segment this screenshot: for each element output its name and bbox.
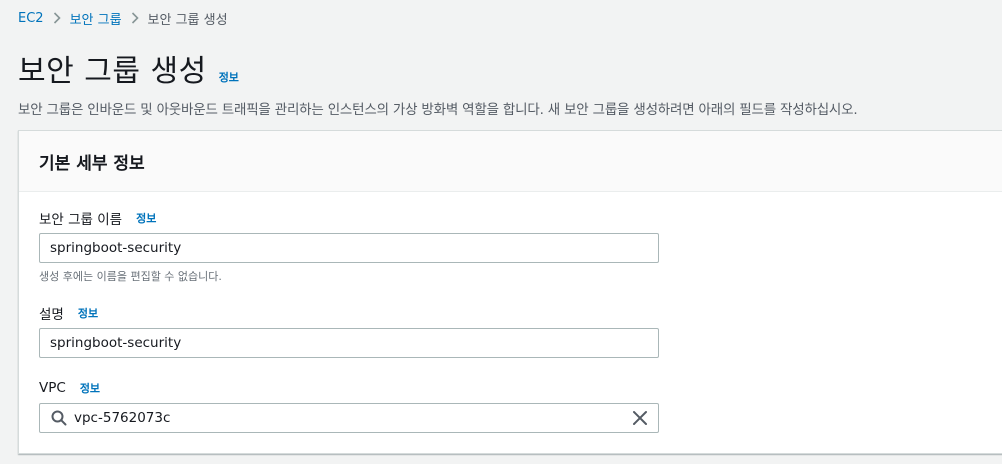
vpc-value: vpc-5762073c: [74, 410, 171, 426]
security-group-name-info-link[interactable]: 정보: [136, 210, 156, 226]
breadcrumb: EC2 보안 그룹 보안 그룹 생성: [18, 8, 228, 28]
description-info-link[interactable]: 정보: [78, 305, 98, 321]
security-group-name-input[interactable]: [39, 233, 659, 263]
description-input[interactable]: [39, 328, 659, 358]
page-info-link[interactable]: 정보: [219, 69, 239, 85]
description-field: 설명 정보: [39, 303, 659, 358]
breadcrumb-current: 보안 그룹 생성: [147, 12, 228, 28]
page-title: 보안 그룹 생성: [18, 54, 207, 89]
security-group-name-label: 보안 그룹 이름: [39, 212, 123, 228]
breadcrumb-ec2-link[interactable]: EC2: [18, 11, 44, 26]
security-group-name-constraint: 생성 후에는 이름을 편집할 수 없습니다.: [39, 270, 222, 283]
vpc-search-input[interactable]: vpc-5762073c: [39, 403, 659, 433]
panel-title: 기본 세부 정보: [39, 153, 145, 174]
breadcrumb-security-groups-link[interactable]: 보안 그룹: [70, 9, 122, 28]
security-group-name-field: 보안 그룹 이름 정보 생성 후에는 이름을 편집할 수 없습니다.: [39, 208, 659, 284]
description-label: 설명: [39, 307, 64, 323]
chevron-right-icon: [122, 11, 148, 25]
search-icon: [50, 409, 68, 427]
basic-details-panel: 기본 세부 정보 보안 그룹 이름 정보 생성 후에는 이름을 편집할 수 없습…: [18, 130, 1002, 454]
vpc-info-link[interactable]: 정보: [80, 380, 100, 396]
page-description: 보안 그룹은 인바운드 및 아웃바운드 트래픽을 관리하는 인스턴스의 가상 방…: [18, 102, 858, 118]
vpc-label: VPC: [39, 380, 66, 396]
close-icon[interactable]: [632, 410, 648, 426]
page-header: 보안 그룹 생성 정보: [18, 46, 239, 90]
panel-header: 기본 세부 정보: [19, 131, 1002, 192]
vpc-field: VPC 정보 vpc-5762073c: [39, 378, 659, 433]
chevron-right-icon: [44, 11, 70, 25]
